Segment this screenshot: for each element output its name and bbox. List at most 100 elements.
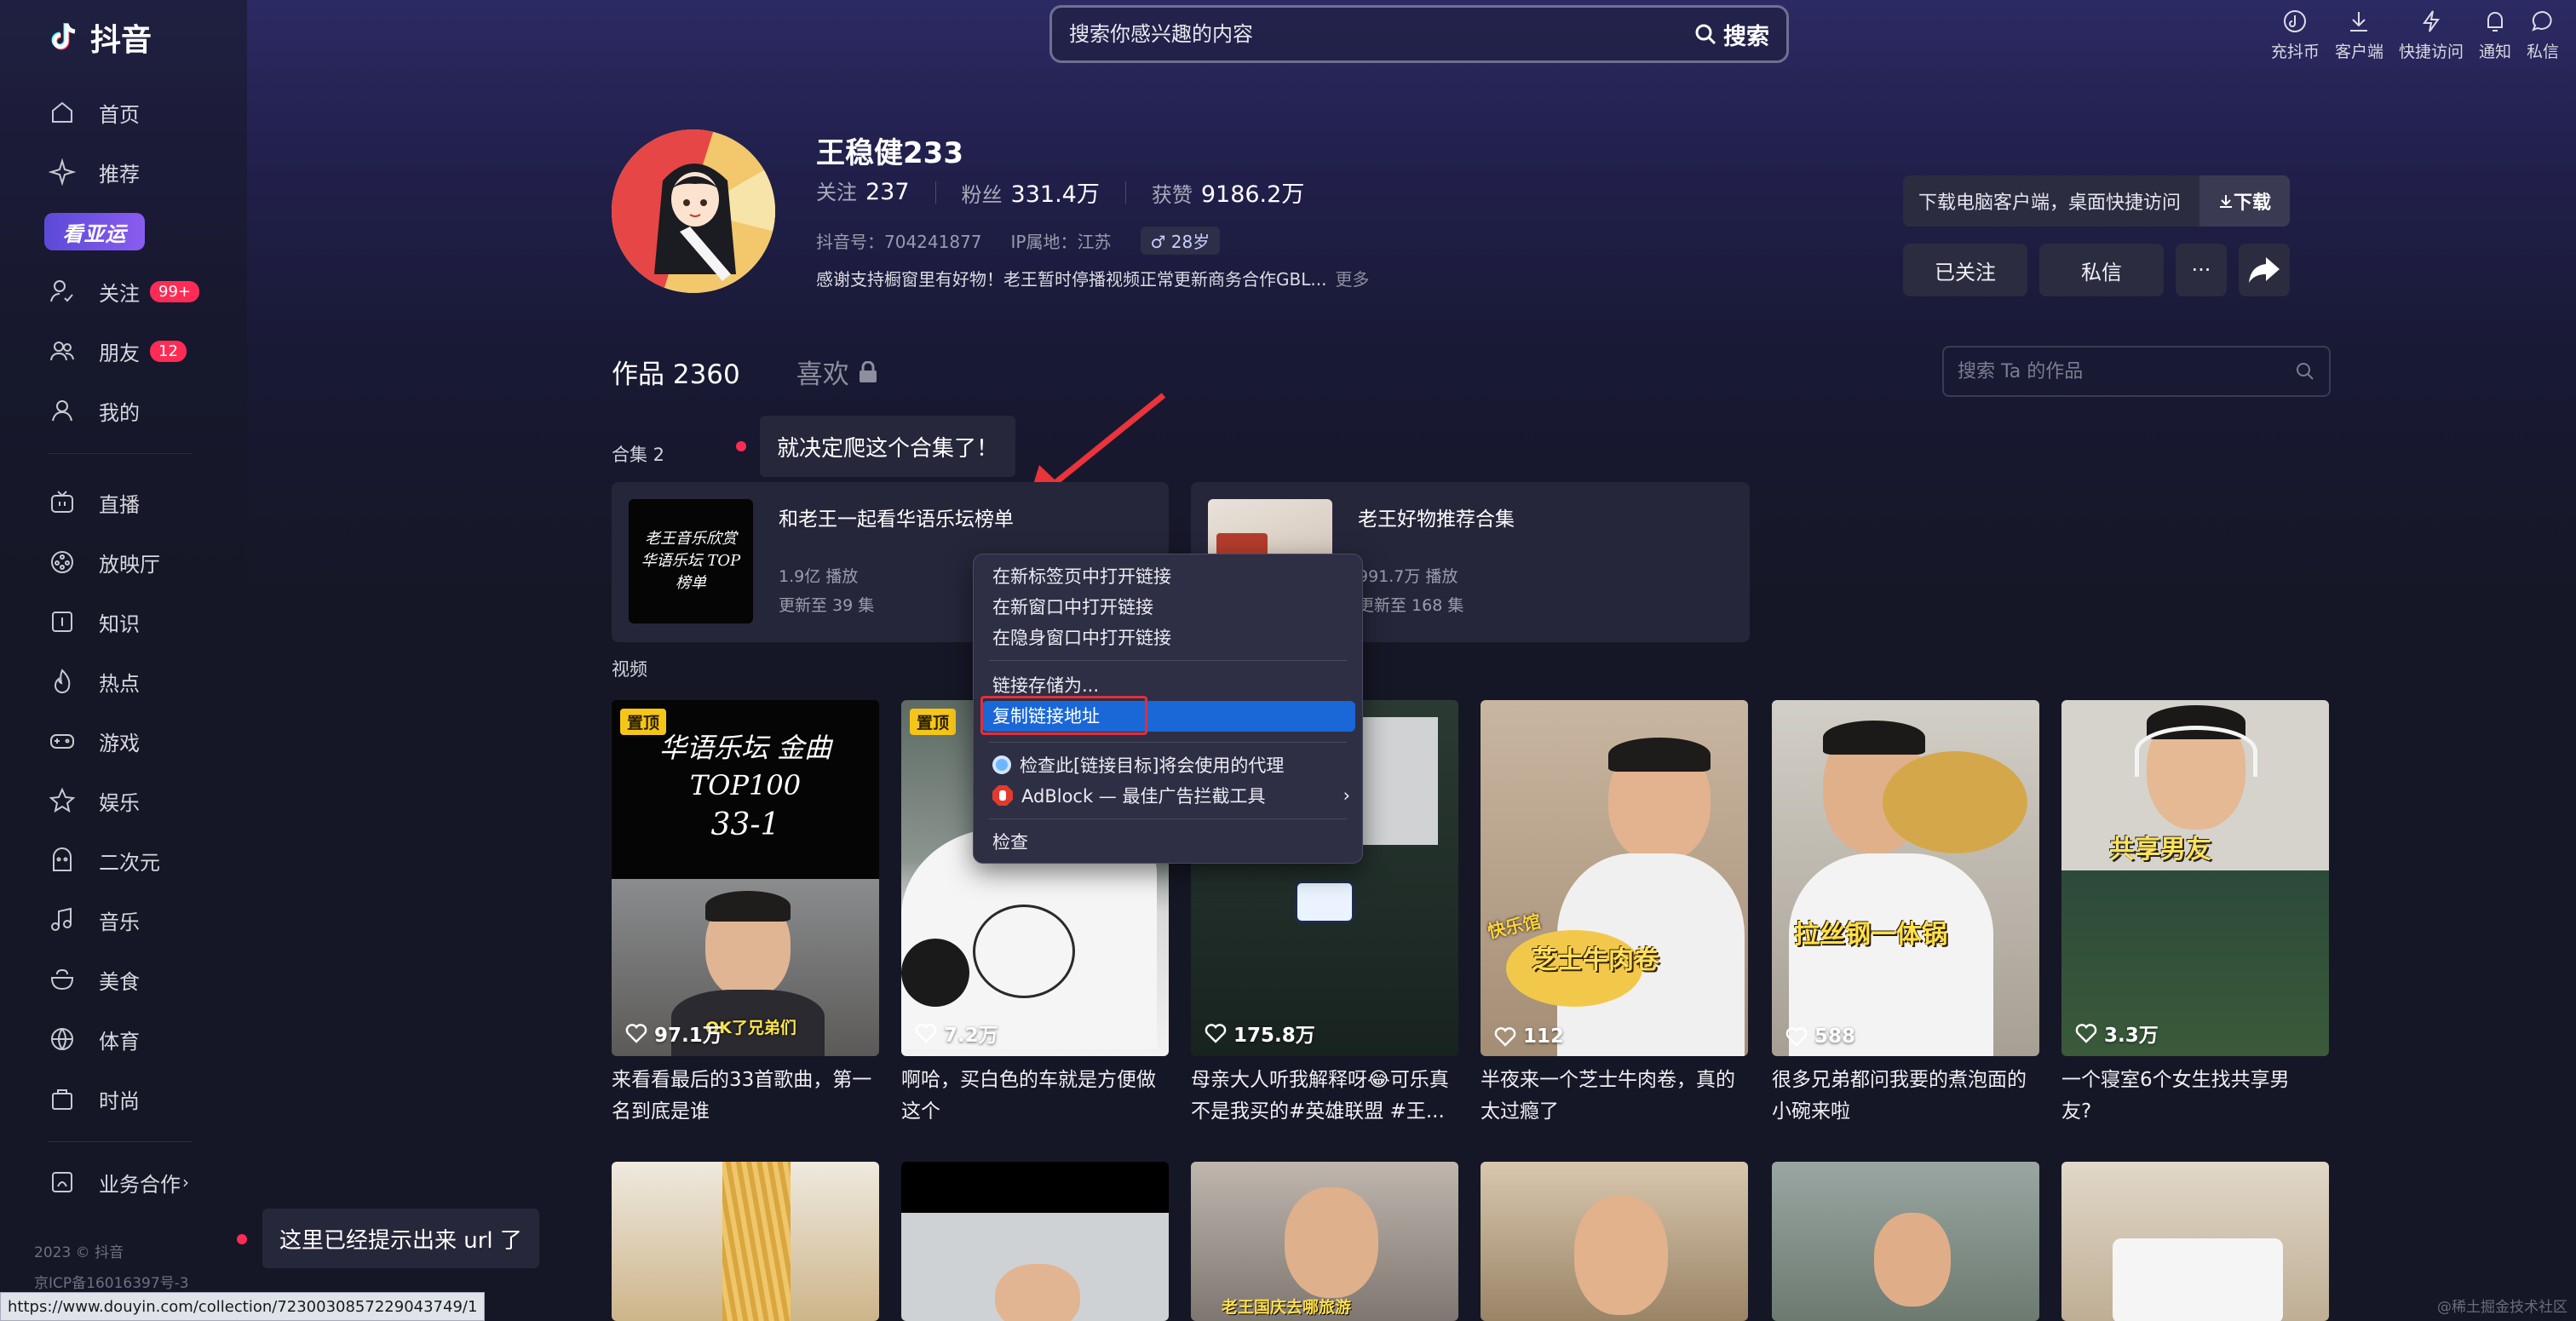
- works-search-input[interactable]: [1958, 360, 2295, 382]
- likes-count: 9186.2万: [1200, 181, 1305, 208]
- context-menu: 在新标签页中打开链接 在新窗口中打开链接 在隐身窗口中打开链接 链接存储为...…: [973, 554, 1363, 864]
- sidebar-item-knowledge[interactable]: 知识: [48, 603, 140, 640]
- sidebar-item-business[interactable]: 业务合作 ›: [48, 1163, 189, 1201]
- search-input[interactable]: [1069, 22, 1694, 46]
- video-card[interactable]: [2061, 1162, 2329, 1321]
- video-card[interactable]: [901, 1162, 1169, 1321]
- user-icon: [48, 396, 77, 425]
- top-action-client[interactable]: 客户端: [2335, 9, 2383, 62]
- video-title-line: 母亲大人听我解释呀😂可乐真: [1191, 1069, 1449, 1091]
- video-card[interactable]: 拉丝钢一体锅 588: [1772, 700, 2039, 1056]
- anime-icon: [48, 846, 77, 875]
- search-button-label: 搜索: [1723, 23, 1769, 50]
- profile-meta: 抖音号：704241877 IP属地：江苏 ♂ 28岁: [816, 227, 1221, 255]
- sidebar-item-sports[interactable]: 体育: [48, 1020, 140, 1058]
- top-action-notifications[interactable]: 通知: [2479, 9, 2511, 62]
- works-search-bar[interactable]: [1942, 346, 2331, 397]
- video-card[interactable]: 老王国庆去哪旅游: [1191, 1162, 1458, 1321]
- home-icon: [48, 98, 77, 127]
- top-action-quick-access[interactable]: 快捷访问: [2399, 9, 2464, 62]
- top-action-label: 通知: [2478, 43, 2511, 61]
- sidebar-item-games[interactable]: 游戏: [48, 722, 140, 760]
- sidebar-item-home[interactable]: 首页: [48, 94, 140, 131]
- sidebar-item-label: 知识: [99, 612, 140, 636]
- video-likes-count: 97.1万: [654, 1025, 722, 1047]
- sidebar-item-following[interactable]: 关注 99+: [48, 273, 199, 310]
- asian-games-banner[interactable]: 看亚运: [44, 213, 145, 250]
- sidebar-item-mine[interactable]: 我的: [48, 392, 140, 429]
- top-action-label: 私信: [2526, 43, 2559, 61]
- heart-icon: [1785, 1027, 1808, 1047]
- sidebar-item-label: 推荐: [99, 162, 140, 187]
- video-card[interactable]: [1481, 1162, 1748, 1321]
- tab-likes[interactable]: 喜欢: [796, 353, 878, 391]
- video-title[interactable]: 一个寝室6个女生找共享男 友?: [2061, 1065, 2331, 1128]
- brand-name: 抖音: [90, 23, 152, 58]
- sidebar-item-label: 游戏: [99, 731, 140, 755]
- share-button[interactable]: [2239, 244, 2290, 296]
- tab-works[interactable]: 作品 2360: [612, 353, 740, 391]
- adblock-icon: [992, 785, 1013, 806]
- ip-location: IP属地：江苏: [1010, 232, 1112, 252]
- video-card[interactable]: 共享男友 3.3万: [2061, 700, 2329, 1056]
- video-title-line: 来看看最后的33首歌曲，第一: [612, 1069, 872, 1091]
- sidebar-item-food[interactable]: 美食: [48, 961, 140, 998]
- sidebar-item-fashion[interactable]: 时尚: [48, 1080, 140, 1117]
- private-message-button[interactable]: 私信: [2039, 244, 2164, 296]
- sidebar-item-friends[interactable]: 朋友 12: [48, 332, 187, 370]
- search-button[interactable]: 搜索: [1694, 18, 1769, 51]
- footer-icp[interactable]: 京ICP备16016397号-3: [34, 1271, 189, 1292]
- url-annotation-tooltip: 这里已经提示出来 url 了: [262, 1209, 539, 1268]
- video-card[interactable]: 快乐馆 芝士牛肉卷 112: [1481, 700, 1748, 1056]
- video-card[interactable]: [1772, 1162, 2039, 1321]
- douyin-id: 抖音号：704241877: [816, 232, 982, 252]
- collection-thumb-text: 老王音乐欣赏 华语乐坛 TOP榜单: [641, 530, 741, 592]
- video-overlay-text: 共享男友: [2109, 835, 2211, 864]
- video-title[interactable]: 啊哈，买白色的车就是方便做 这个: [901, 1065, 1170, 1128]
- sidebar-item-label: 热点: [99, 671, 140, 696]
- douyin-logo[interactable]: 抖音: [48, 15, 152, 60]
- sidebar-item-music[interactable]: 音乐: [48, 901, 140, 939]
- collections-label: 合集 2: [612, 445, 665, 465]
- more-options-button[interactable]: ···: [2176, 244, 2227, 296]
- menu-item-inspect[interactable]: 检查: [992, 829, 1028, 854]
- download-button[interactable]: 下载: [2199, 175, 2290, 227]
- sidebar-item-entertainment[interactable]: 娱乐: [48, 782, 140, 819]
- sidebar-item-anime[interactable]: 二次元: [48, 841, 160, 879]
- sidebar-item-recommend[interactable]: 推荐: [48, 153, 140, 191]
- sidebar-divider: [48, 1141, 193, 1142]
- search-bar[interactable]: 搜索: [1049, 5, 1789, 63]
- bag-icon: [48, 1084, 77, 1113]
- friends-icon: [48, 336, 77, 365]
- top-action-messages[interactable]: 私信: [2527, 9, 2559, 62]
- video-title[interactable]: 来看看最后的33首歌曲，第一 名到底是谁: [612, 1065, 881, 1128]
- top-action-coin[interactable]: 充抖币: [2271, 9, 2320, 62]
- watermark: @稀土掘金技术社区: [2437, 1299, 2567, 1316]
- chevron-right-icon: ›: [182, 1172, 189, 1192]
- menu-item-check-proxy[interactable]: 检查此[链接目标]将会使用的代理: [992, 752, 1284, 778]
- video-card[interactable]: [612, 1162, 879, 1321]
- menu-item-open-incognito[interactable]: 在隐身窗口中打开链接: [992, 624, 1171, 650]
- following-stat[interactable]: 关注 237: [816, 175, 910, 209]
- search-icon[interactable]: [2295, 361, 2315, 382]
- video-title[interactable]: 很多兄弟都问我要的煮泡面的 小碗来啦: [1772, 1065, 2041, 1128]
- menu-item-save-link-as[interactable]: 链接存储为...: [992, 672, 1099, 698]
- sidebar-item-live[interactable]: 直播: [48, 484, 140, 521]
- sidebar-item-label: 直播: [99, 492, 140, 517]
- video-card[interactable]: 华语乐坛 金曲TOP100 33-1 OK了兄弟们 置顶 97.1万: [612, 700, 879, 1056]
- video-likes: 175.8万: [1205, 1019, 1315, 1048]
- menu-item-open-new-tab[interactable]: 在新标签页中打开链接: [992, 563, 1171, 589]
- bio-more-link[interactable]: 更多: [1335, 269, 1369, 290]
- fans-stat[interactable]: 粉丝 331.4万: [962, 175, 1100, 209]
- menu-item-label: AdBlock — 最佳广告拦截工具: [1021, 786, 1266, 807]
- profile-name: 王稳健233: [816, 136, 963, 170]
- video-title[interactable]: 半夜来一个芝士牛肉卷，真的 太过瘾了: [1481, 1065, 1750, 1128]
- menu-item-open-new-window[interactable]: 在新窗口中打开链接: [992, 594, 1153, 619]
- profile-avatar[interactable]: [612, 129, 775, 293]
- video-title[interactable]: 母亲大人听我解释呀😂可乐真 不是我买的#英雄联盟 #王...: [1191, 1065, 1460, 1128]
- menu-item-adblock[interactable]: AdBlock — 最佳广告拦截工具 ›: [992, 783, 1350, 808]
- sidebar-item-cinema[interactable]: 放映厅: [48, 543, 160, 581]
- sidebar-item-hot[interactable]: 热点: [48, 663, 140, 700]
- followed-button[interactable]: 已关注: [1903, 244, 2027, 296]
- sidebar-divider: [48, 453, 193, 454]
